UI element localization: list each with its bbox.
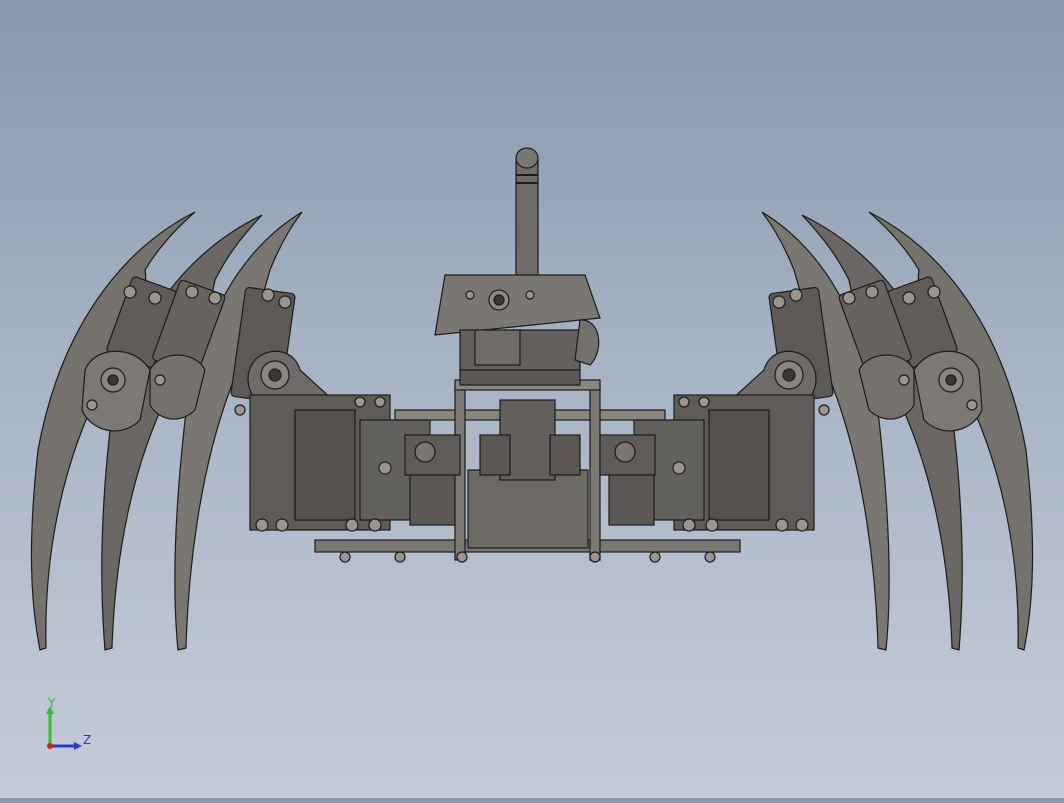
left-leg-group [30, 211, 456, 651]
z-axis-label: Z [83, 733, 92, 747]
right-leg-group [608, 211, 1034, 651]
axis-triad-icon [46, 706, 82, 750]
cad-viewport[interactable] [0, 0, 1064, 798]
y-axis-label: Y [48, 696, 56, 710]
axis-triad[interactable]: Y Z [38, 696, 98, 758]
hexapod-robot-model[interactable] [0, 0, 1064, 798]
origin-point [47, 743, 53, 749]
